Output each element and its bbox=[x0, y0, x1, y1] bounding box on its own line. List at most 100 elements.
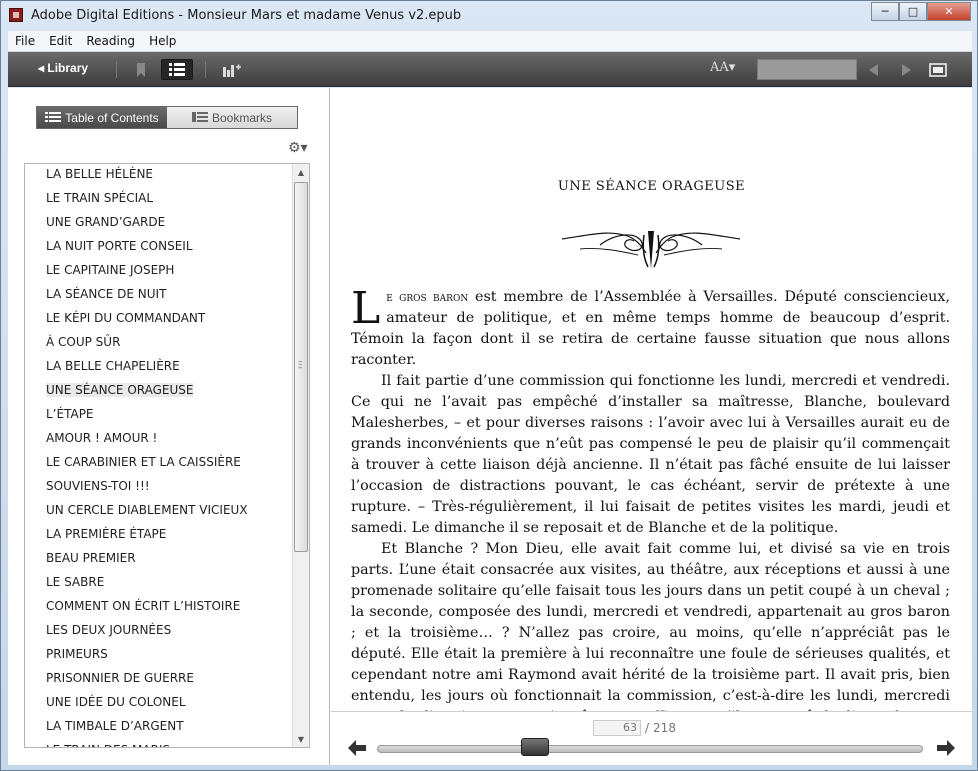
app-window: Adobe Digital Editions - Monsieur Mars e… bbox=[0, 0, 978, 771]
list-view-icon[interactable] bbox=[161, 59, 193, 80]
toc-icon bbox=[45, 112, 62, 122]
toc-item[interactable]: UNE GRAND’GARDE bbox=[25, 212, 293, 236]
bookmark-icon[interactable] bbox=[130, 59, 152, 80]
menu-bar: File Edit Reading Help bbox=[8, 31, 972, 52]
toc-item-label: LES DEUX JOURNÉES bbox=[46, 623, 172, 637]
toc-item[interactable]: COMMENT ON ÉCRIT L’HISTOIRE bbox=[25, 596, 293, 620]
library-button[interactable]: ◂ Library bbox=[38, 61, 88, 75]
toc-item[interactable]: AMOUR ! AMOUR ! bbox=[25, 428, 293, 452]
toc-item-label: PRIMEURS bbox=[46, 647, 108, 661]
scroll-down-icon[interactable]: ▼ bbox=[293, 731, 309, 747]
toc-item-label: LE TRAIN DES MARIS bbox=[46, 743, 170, 747]
toc-item[interactable]: À COUP SÛR bbox=[25, 332, 293, 356]
toc-item[interactable]: SOUVIENS-TOI !!! bbox=[25, 476, 293, 500]
toc-item-label: À COUP SÛR bbox=[46, 335, 121, 349]
menu-edit[interactable]: Edit bbox=[42, 34, 79, 48]
toc-item[interactable]: UNE SÉANCE ORAGEUSE bbox=[25, 380, 293, 404]
toc-item-label: L’ÉTAPE bbox=[46, 407, 94, 421]
tab-bookmarks[interactable]: Bookmarks bbox=[167, 107, 297, 128]
navigation-panel: Table of Contents Bookmarks ⚙▾ LA BELLE … bbox=[8, 88, 330, 765]
toc-item[interactable]: L’ÉTAPE bbox=[25, 404, 293, 428]
ornament-icon bbox=[561, 231, 741, 269]
page-progress-track[interactable] bbox=[377, 745, 923, 753]
toc-item-label: UNE SÉANCE ORAGEUSE bbox=[46, 383, 194, 397]
maximize-button[interactable]: □ bbox=[899, 2, 927, 21]
font-size-button[interactable]: AA▾ bbox=[710, 60, 735, 75]
toc-item[interactable]: UNE IDÉE DU COLONEL bbox=[25, 692, 293, 716]
toc-item[interactable]: LA NUIT PORTE CONSEIL bbox=[25, 236, 293, 260]
toc-item[interactable]: LA SÉANCE DE NUIT bbox=[25, 284, 293, 308]
minimize-button[interactable]: ─ bbox=[871, 2, 899, 21]
toc-item-label: LE TRAIN SPÉCIAL bbox=[46, 191, 154, 205]
menu-file[interactable]: File bbox=[8, 34, 42, 48]
toc-item-label: LA PREMIÈRE ÉTAPE bbox=[46, 527, 167, 541]
paragraph: Il fait partie d’une commission qui fonc… bbox=[351, 373, 950, 536]
toc-item[interactable]: LE CARABINIER ET LA CAISSIÈRE bbox=[25, 452, 293, 476]
add-chart-icon[interactable] bbox=[221, 59, 243, 80]
prev-result-icon[interactable] bbox=[863, 59, 885, 80]
close-button[interactable]: ✕ bbox=[927, 2, 971, 21]
toc-item[interactable]: LES DEUX JOURNÉES bbox=[25, 620, 293, 644]
toc-item-label: LE SABRE bbox=[46, 575, 105, 589]
toc-item[interactable]: LE CAPITAINE JOSEPH bbox=[25, 260, 293, 284]
toc-item[interactable]: LE SABRE bbox=[25, 572, 293, 596]
menu-help[interactable]: Help bbox=[142, 34, 183, 48]
page-separator: / bbox=[645, 721, 650, 735]
toc-item[interactable]: PRISONNIER DE GUERRE bbox=[25, 668, 293, 692]
toc-item[interactable]: BEAU PREMIER bbox=[25, 548, 293, 572]
toc-item-label: LE CARABINIER ET LA CAISSIÈRE bbox=[46, 455, 241, 469]
window-controls: ─ □ ✕ bbox=[871, 2, 971, 21]
previous-page-icon[interactable] bbox=[348, 740, 366, 761]
toc-item-label: AMOUR ! AMOUR ! bbox=[46, 431, 158, 445]
menu-reading[interactable]: Reading bbox=[79, 34, 142, 48]
toc-item-label: UN CERCLE DIABLEMENT VICIEUX bbox=[46, 503, 248, 517]
page-counter: 63 / 218 bbox=[593, 720, 676, 736]
toc-item-label: PRISONNIER DE GUERRE bbox=[46, 671, 194, 685]
toc-item-label: LA BELLE HÉLÈNE bbox=[46, 167, 153, 181]
paragraph: Le gros baron est membre de l’Assemblée … bbox=[351, 287, 950, 371]
toolbar-separator bbox=[116, 61, 117, 78]
chapter-title: UNE SÉANCE ORAGEUSE bbox=[557, 179, 746, 194]
drop-cap: L bbox=[351, 283, 381, 334]
toc-item[interactable]: LE KÉPI DU COMMANDANT bbox=[25, 308, 293, 332]
toc-item[interactable]: PRIMEURS bbox=[25, 644, 293, 668]
next-result-icon[interactable] bbox=[895, 59, 917, 80]
toc-list: LA BELLE HÉLÈNE LE TRAIN SPÉCIAL UNE GRAND… bbox=[25, 164, 293, 747]
toc-item[interactable]: LA BELLE CHAPELIÈRE bbox=[25, 356, 293, 380]
toc-item[interactable]: LA PREMIÈRE ÉTAPE bbox=[25, 524, 293, 548]
toc-item[interactable]: UN CERCLE DIABLEMENT VICIEUX bbox=[25, 500, 293, 524]
bookmarks-icon bbox=[191, 112, 208, 122]
total-pages: 218 bbox=[653, 721, 676, 735]
toc-scrollbar[interactable]: ▲ – – – ▼ bbox=[292, 164, 309, 747]
toolbar: ◂ Library AA▾ bbox=[8, 52, 972, 87]
toc-item-label: SOUVIENS-TOI !!! bbox=[46, 479, 150, 493]
toc-item-label: LA BELLE CHAPELIÈRE bbox=[46, 359, 180, 373]
page-number-input[interactable]: 63 bbox=[593, 720, 641, 736]
grip-icon: – – – bbox=[298, 357, 303, 373]
search-input[interactable] bbox=[757, 59, 857, 80]
toc-item[interactable]: LA TIMBALE D’ARGENT bbox=[25, 716, 293, 740]
tab-label: Table of Contents bbox=[65, 110, 159, 125]
gear-icon[interactable]: ⚙▾ bbox=[288, 140, 308, 156]
app-icon bbox=[9, 8, 23, 22]
next-page-icon[interactable] bbox=[937, 740, 955, 761]
toc-item[interactable]: LA BELLE HÉLÈNE bbox=[25, 164, 293, 188]
toc-item[interactable]: LE TRAIN DES MARIS bbox=[25, 740, 293, 747]
page-text: Le gros baron est membre de l’Assemblée … bbox=[351, 287, 950, 728]
small-caps-lead: e gros baron bbox=[386, 290, 469, 305]
toc-item[interactable]: LE TRAIN SPÉCIAL bbox=[25, 188, 293, 212]
page-navigation: 63 / 218 bbox=[331, 711, 972, 765]
scroll-up-icon[interactable]: ▲ bbox=[293, 164, 309, 180]
scroll-thumb[interactable]: – – – bbox=[294, 182, 308, 552]
toc-item-label: UNE GRAND’GARDE bbox=[46, 215, 166, 229]
title-bar: Adobe Digital Editions - Monsieur Mars e… bbox=[1, 1, 977, 31]
fullscreen-icon[interactable] bbox=[927, 59, 949, 80]
page-progress-slider[interactable] bbox=[521, 738, 550, 756]
toc-item-label: LE CAPITAINE JOSEPH bbox=[46, 263, 175, 277]
paragraph: Et Blanche ? Mon Dieu, elle avait fait c… bbox=[351, 541, 950, 725]
tab-table-of-contents[interactable]: Table of Contents bbox=[37, 107, 167, 128]
toc-item-label: LA NUIT PORTE CONSEIL bbox=[46, 239, 193, 253]
content-area: Table of Contents Bookmarks ⚙▾ LA BELLE … bbox=[8, 88, 972, 765]
toc-item-label: UNE IDÉE DU COLONEL bbox=[46, 695, 186, 709]
toc-item-label: LA SÉANCE DE NUIT bbox=[46, 287, 167, 301]
